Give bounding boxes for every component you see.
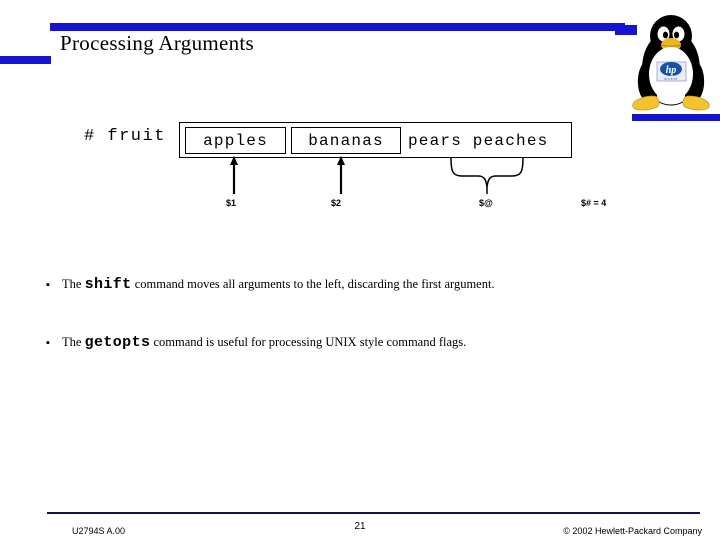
argument-rest-label: pears peaches bbox=[408, 131, 549, 150]
diagram-annotations bbox=[230, 156, 524, 194]
svg-text:hp: hp bbox=[666, 65, 677, 76]
footer-divider bbox=[47, 512, 700, 514]
page-title: Processing Arguments bbox=[60, 31, 255, 55]
bullet-text-getopts: The getopts command is useful for proces… bbox=[62, 334, 466, 352]
argument-list-box: apples bananas pears peaches bbox=[179, 122, 572, 158]
logo-accent-bar bbox=[632, 114, 720, 121]
argument-box-1: apples bbox=[185, 127, 286, 154]
var-label-arg2: $2 bbox=[331, 198, 342, 208]
bullet-text-shift: The shift command moves all arguments to… bbox=[62, 276, 495, 294]
header-accent-bar-left bbox=[0, 56, 51, 64]
bullet-dot-icon: ▪ bbox=[46, 337, 50, 349]
bullet-suffix: command is useful for processing UNIX st… bbox=[150, 335, 467, 349]
argument-label-2: bananas bbox=[308, 131, 384, 150]
header-accent-bar bbox=[50, 23, 625, 31]
bullet-dot-icon: ▪ bbox=[46, 279, 50, 291]
argument-label-1: apples bbox=[203, 131, 268, 150]
bullet-suffix: command moves all arguments to the left,… bbox=[131, 277, 495, 291]
inline-command-shift: shift bbox=[84, 276, 132, 293]
var-label-arg1: $1 bbox=[226, 198, 237, 208]
bullet-item-shift: ▪ The shift command moves all arguments … bbox=[46, 276, 686, 294]
footer-copyright: © 2002 Hewlett-Packard Company bbox=[563, 526, 702, 536]
var-label-argat: $@ bbox=[479, 198, 493, 208]
bullet-item-getopts: ▪ The getopts command is useful for proc… bbox=[46, 334, 686, 352]
inline-command-getopts: getopts bbox=[84, 334, 151, 351]
argument-box-2: bananas bbox=[291, 127, 401, 154]
hp-invent-text: invent bbox=[664, 77, 678, 81]
bullet-prefix: The bbox=[62, 277, 85, 291]
var-label-argcount: $# = 4 bbox=[581, 198, 607, 208]
shell-prompt-label: # fruit bbox=[84, 127, 166, 146]
tux-hp-logo: hp invent bbox=[625, 12, 717, 112]
bullet-prefix: The bbox=[62, 335, 85, 349]
